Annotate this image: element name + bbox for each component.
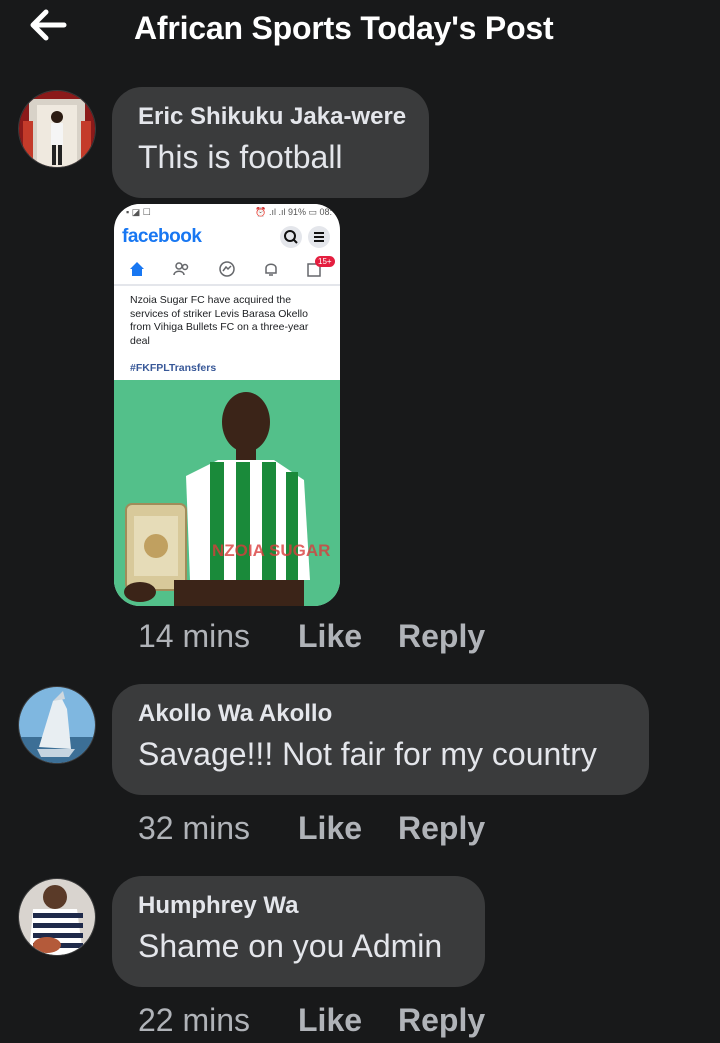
notification-badge: 15+ <box>315 256 335 267</box>
reply-button[interactable]: Reply <box>398 810 485 847</box>
avatar[interactable] <box>18 686 96 764</box>
comment-author[interactable]: Akollo Wa Akollo <box>138 700 623 728</box>
post-hashtag: #FKFPLTransfers <box>130 362 217 374</box>
page-title: African Sports Today's Post <box>134 10 554 46</box>
comment-text: Shame on you Admin <box>138 928 443 964</box>
facebook-nav-bar: 15+ <box>114 254 340 284</box>
divider <box>114 284 340 286</box>
comment-bubble[interactable]: Humphrey Wa Shame on you Admin <box>112 876 485 987</box>
back-arrow-icon[interactable] <box>28 8 68 42</box>
top-bar: African Sports Today's Post <box>0 0 720 60</box>
comment-bubble[interactable]: Eric Shikuku Jaka-were This is football <box>112 87 429 198</box>
comment-meta: 22 mins Like Reply <box>138 1002 485 1039</box>
like-button[interactable]: Like <box>298 1002 362 1039</box>
notifications-icon <box>265 263 277 276</box>
like-button[interactable]: Like <box>298 618 362 655</box>
comment-timestamp[interactable]: 14 mins <box>138 618 250 655</box>
messenger-icon <box>219 261 235 277</box>
comment-image-attachment[interactable]: ▪ ◪ ☐ ⏰ .ıl .ıl 91% ▭ 08: facebook 15+ N… <box>114 204 340 606</box>
post-photo: NZOIA SUGAR <box>114 380 340 606</box>
comment-author[interactable]: Humphrey Wa <box>138 892 459 920</box>
menu-icon <box>308 226 330 248</box>
avatar[interactable] <box>18 878 96 956</box>
facebook-logo: facebook <box>122 226 202 247</box>
search-icon <box>280 226 302 248</box>
comment-text: Savage!!! Not fair for my country <box>138 736 597 772</box>
home-icon <box>130 262 144 276</box>
avatar[interactable] <box>18 90 96 168</box>
comment-text: This is football <box>138 139 343 175</box>
status-icons-left: ▪ ◪ ☐ <box>126 207 151 217</box>
comment-meta: 14 mins Like Reply <box>138 618 485 655</box>
status-icons-right: ⏰ .ıl .ıl 91% ▭ 08: <box>255 207 332 217</box>
friends-icon <box>173 262 189 276</box>
reply-button[interactable]: Reply <box>398 618 485 655</box>
like-button[interactable]: Like <box>298 810 362 847</box>
jersey-text: NZOIA SUGAR <box>212 541 330 560</box>
comment-bubble[interactable]: Akollo Wa Akollo Savage!!! Not fair for … <box>112 684 649 795</box>
comment-timestamp[interactable]: 22 mins <box>138 1002 250 1039</box>
post-text: Nzoia Sugar FC have acquired the service… <box>130 294 309 347</box>
comment-meta: 32 mins Like Reply <box>138 810 485 847</box>
comment-author[interactable]: Eric Shikuku Jaka-were <box>138 103 406 131</box>
comment-timestamp[interactable]: 32 mins <box>138 810 250 847</box>
reply-button[interactable]: Reply <box>398 1002 485 1039</box>
phone-status-bar: ▪ ◪ ☐ ⏰ .ıl .ıl 91% ▭ 08: <box>114 204 340 222</box>
